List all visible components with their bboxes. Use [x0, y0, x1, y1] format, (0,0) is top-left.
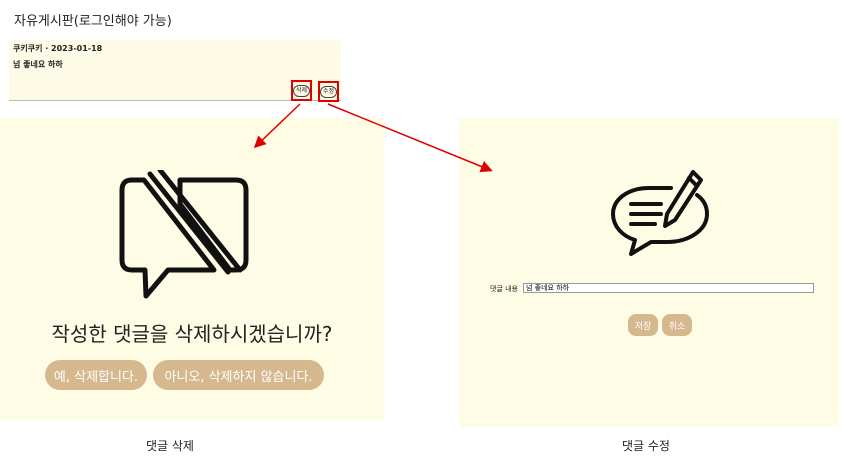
comment-text: 넘 좋네요 하하 — [13, 60, 63, 69]
edit-highlight: 수정 — [318, 81, 339, 102]
comment-content-label: 댓글 내용 — [490, 285, 518, 293]
cancel-delete-button[interactable]: 아니오, 삭제하지 않습니다. — [153, 360, 324, 390]
edit-caption: 댓글 수정 — [622, 439, 670, 453]
message-off-icon — [119, 170, 249, 299]
page-title: 자유게시판(로그인해야 가능) — [14, 14, 172, 29]
comment-edit-button[interactable]: 수정 — [320, 85, 337, 98]
comment-content-input[interactable] — [523, 283, 814, 293]
delete-highlight: 삭제 — [291, 80, 312, 101]
confirm-delete-button[interactable]: 예, 삭제합니다. — [45, 360, 147, 390]
edit-dialog: 댓글 내용 저장 취소 — [459, 118, 839, 427]
cancel-edit-button[interactable]: 취소 — [662, 314, 692, 336]
comment-delete-button[interactable]: 삭제 — [293, 84, 310, 97]
comment-meta: 쿠키쿠키 · 2023-01-18 — [13, 44, 103, 53]
message-edit-icon — [611, 170, 709, 256]
save-button[interactable]: 저장 — [628, 314, 658, 336]
delete-dialog: 작성한 댓글을 삭제하시겠습니까? 예, 삭제합니다. 아니오, 삭제하지 않습… — [0, 118, 384, 420]
delete-caption: 댓글 삭제 — [146, 439, 194, 453]
delete-question: 작성한 댓글을 삭제하시겠습니까? — [51, 322, 333, 346]
